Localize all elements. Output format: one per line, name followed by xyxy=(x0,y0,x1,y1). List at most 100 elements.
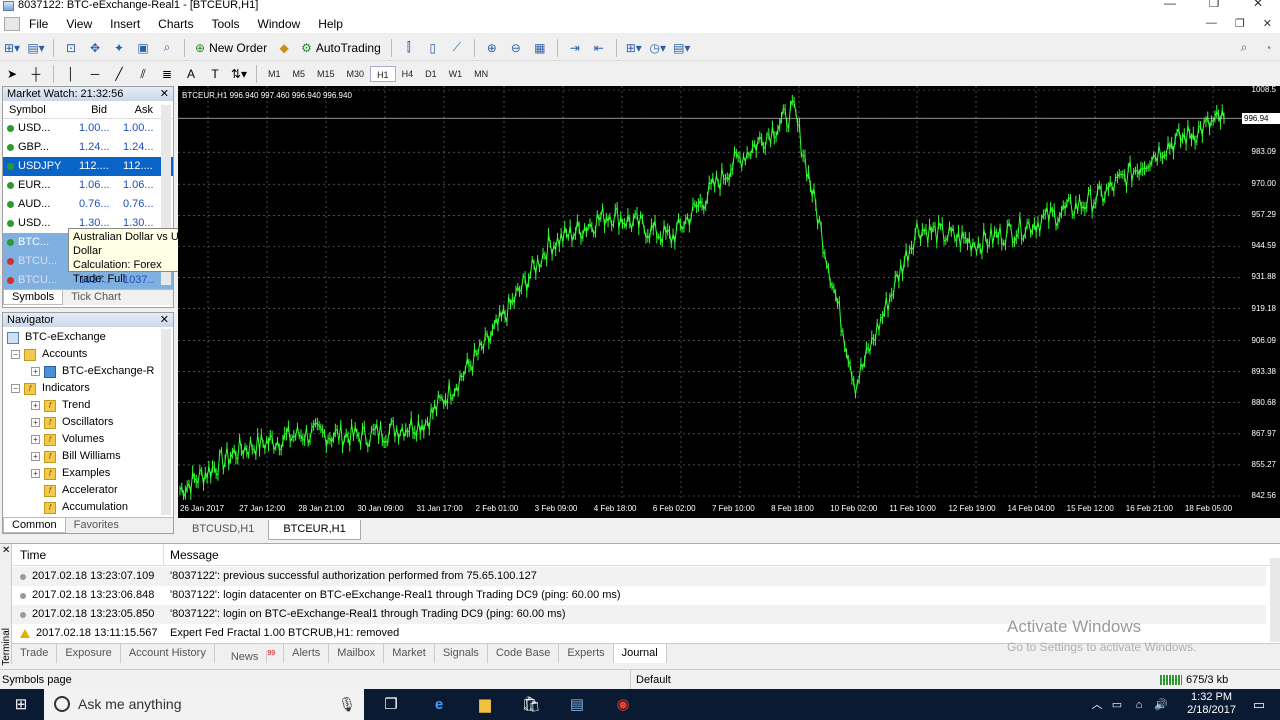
chart-canvas[interactable] xyxy=(178,86,1242,500)
symbol-row[interactable]: AUD... 0.76... 0.76... xyxy=(3,195,173,214)
symbol-row[interactable]: GBP... 1.24... 1.24... xyxy=(3,138,173,157)
store-icon[interactable]: 🛍 xyxy=(520,694,542,716)
col-time[interactable]: Time xyxy=(12,544,164,565)
new-order-button[interactable]: ⊕ New Order xyxy=(191,38,271,58)
menu-window[interactable]: Window xyxy=(249,17,310,31)
col-symbol[interactable]: Symbol xyxy=(3,101,65,118)
chrome-icon[interactable]: ◉ xyxy=(612,694,634,716)
fibonacci-icon[interactable]: ≣ xyxy=(156,64,178,84)
timeframe-d1[interactable]: D1 xyxy=(419,66,443,82)
wifi-icon[interactable]: ⌂ xyxy=(1128,694,1150,716)
terminal-scrollbar[interactable] xyxy=(1270,558,1280,642)
cursor-icon[interactable]: ➤ xyxy=(1,64,23,84)
close-icon[interactable]: ✕ xyxy=(160,87,169,101)
arrows-icon[interactable]: ⇅▾ xyxy=(228,64,250,84)
expand-icon[interactable]: + xyxy=(31,418,40,427)
horizontal-line-icon[interactable]: ─ xyxy=(84,64,106,84)
tab-tick-chart[interactable]: Tick Chart xyxy=(63,290,129,305)
volume-icon[interactable]: 🔊 xyxy=(1150,694,1172,716)
periods-icon[interactable]: ◷▾ xyxy=(647,38,669,58)
task-view-icon[interactable]: ❐ xyxy=(380,694,402,716)
tab-market[interactable]: Market xyxy=(384,644,435,663)
bar-chart-icon[interactable]: ⫿ xyxy=(398,38,420,58)
tree-item[interactable]: BTC-eExchange xyxy=(3,329,173,346)
text-label-icon[interactable]: T xyxy=(204,64,226,84)
taskbar-clock[interactable]: 1:32 PM 2/18/2017 xyxy=(1187,691,1236,717)
expand-icon[interactable]: + xyxy=(31,401,40,410)
show-hidden-icons-icon[interactable]: ︿ xyxy=(1086,694,1108,716)
tab-news[interactable]: News 99 xyxy=(215,644,285,663)
minimize-icon[interactable]: — xyxy=(1148,0,1192,9)
vertical-line-icon[interactable]: │ xyxy=(60,64,82,84)
tree-item[interactable]: − Accounts xyxy=(3,346,173,363)
journal-row[interactable]: 2017.02.18 13:23:06.848 '8037122': login … xyxy=(12,586,1266,605)
tree-item[interactable]: + BTC-eExchange-R xyxy=(3,363,173,380)
timeframe-mn[interactable]: MN xyxy=(468,66,494,82)
menu-tools[interactable]: Tools xyxy=(203,17,249,31)
timeframe-m1[interactable]: M1 xyxy=(262,66,287,82)
cortana-search-box[interactable]: Ask me anything 🎙 xyxy=(44,689,364,720)
network-icon[interactable]: ▭ xyxy=(1106,694,1128,716)
tree-item[interactable]: + f Examples xyxy=(3,465,173,482)
autotrading-button[interactable]: ⚙ AutoTrading xyxy=(297,38,385,58)
symbol-row[interactable]: USD... 1.00... 1.00... xyxy=(3,119,173,138)
menu-charts[interactable]: Charts xyxy=(149,17,202,31)
file-explorer-icon[interactable]: ▆ xyxy=(474,694,496,716)
tab-code-base[interactable]: Code Base xyxy=(488,644,560,663)
tree-item[interactable]: + f Volumes xyxy=(3,431,173,448)
trendline-icon[interactable]: ╱ xyxy=(108,64,130,84)
price-chart[interactable]: BTCEUR,H1 996.940 997.460 996.940 996.94… xyxy=(178,85,1280,518)
col-message[interactable]: Message xyxy=(164,544,219,565)
tab-journal[interactable]: Journal xyxy=(613,644,667,663)
terminal-icon[interactable]: ▣ xyxy=(132,38,154,58)
tab-symbols[interactable]: Symbols xyxy=(3,290,64,305)
search-icon[interactable]: ⌕ xyxy=(1233,38,1255,58)
candlestick-icon[interactable]: ▯ xyxy=(422,38,444,58)
close-icon[interactable]: ✕ xyxy=(1236,0,1280,9)
journal-row[interactable]: 2017.02.18 13:23:07.109 '8037122': previo… xyxy=(12,567,1266,586)
tab-alerts[interactable]: Alerts xyxy=(284,644,330,663)
chart-shift-icon[interactable]: ⇥ xyxy=(564,38,586,58)
menu-view[interactable]: View xyxy=(57,17,101,31)
timeframe-w1[interactable]: W1 xyxy=(443,66,469,82)
tab-common[interactable]: Common xyxy=(3,518,66,533)
new-chart-icon[interactable]: ⊞▾ xyxy=(1,38,23,58)
windows-start-icon[interactable]: ⊞ xyxy=(10,694,32,716)
data-window-icon[interactable]: ✥ xyxy=(84,38,106,58)
collapse-icon[interactable]: − xyxy=(11,384,20,393)
collapse-icon[interactable]: − xyxy=(11,350,20,359)
tab-signals[interactable]: Signals xyxy=(435,644,488,663)
profiles-icon[interactable]: ▤▾ xyxy=(25,38,47,58)
expand-icon[interactable]: + xyxy=(31,452,40,461)
mdi-minimize-icon[interactable]: — xyxy=(1206,17,1217,30)
line-chart-icon[interactable]: ⟋ xyxy=(446,38,468,58)
text-icon[interactable]: A xyxy=(180,64,202,84)
metaeditor-icon[interactable]: ◆ xyxy=(273,38,295,58)
timeframe-h4[interactable]: H4 xyxy=(396,66,420,82)
tree-item[interactable]: f Accumulation xyxy=(3,499,173,516)
tile-windows-icon[interactable]: ▦ xyxy=(529,38,551,58)
tab-favorites[interactable]: Favorites xyxy=(66,518,127,533)
document-icon[interactable] xyxy=(4,16,20,31)
channel-icon[interactable]: ⫽ xyxy=(132,64,154,84)
close-icon[interactable]: ✕ xyxy=(2,545,10,556)
tab-experts[interactable]: Experts xyxy=(559,644,614,663)
tree-item[interactable]: + f Oscillators xyxy=(3,414,173,431)
tree-item[interactable]: f Accelerator xyxy=(3,482,173,499)
market-watch-icon[interactable]: ⊡ xyxy=(60,38,82,58)
templates-icon[interactable]: ▤▾ xyxy=(671,38,693,58)
timeframe-h1[interactable]: H1 xyxy=(370,66,396,82)
menu-file[interactable]: File xyxy=(20,17,57,31)
menu-help[interactable]: Help xyxy=(309,17,352,31)
chart-tab-btceur[interactable]: BTCEUR,H1 xyxy=(268,520,361,540)
close-icon[interactable]: ✕ xyxy=(160,313,169,327)
navigator-icon[interactable]: ✦ xyxy=(108,38,130,58)
metatrader-icon[interactable]: ▤ xyxy=(566,694,588,716)
expand-icon[interactable]: + xyxy=(31,469,40,478)
tree-item[interactable]: − f Indicators xyxy=(3,380,173,397)
microphone-icon[interactable]: 🎙 xyxy=(338,689,356,720)
status-profile[interactable]: Default xyxy=(630,670,671,690)
maximize-icon[interactable]: ❐ xyxy=(1192,0,1236,9)
mdi-close-icon[interactable]: ✕ xyxy=(1263,17,1272,30)
notifications-icon[interactable]: ▭ xyxy=(1248,694,1270,716)
